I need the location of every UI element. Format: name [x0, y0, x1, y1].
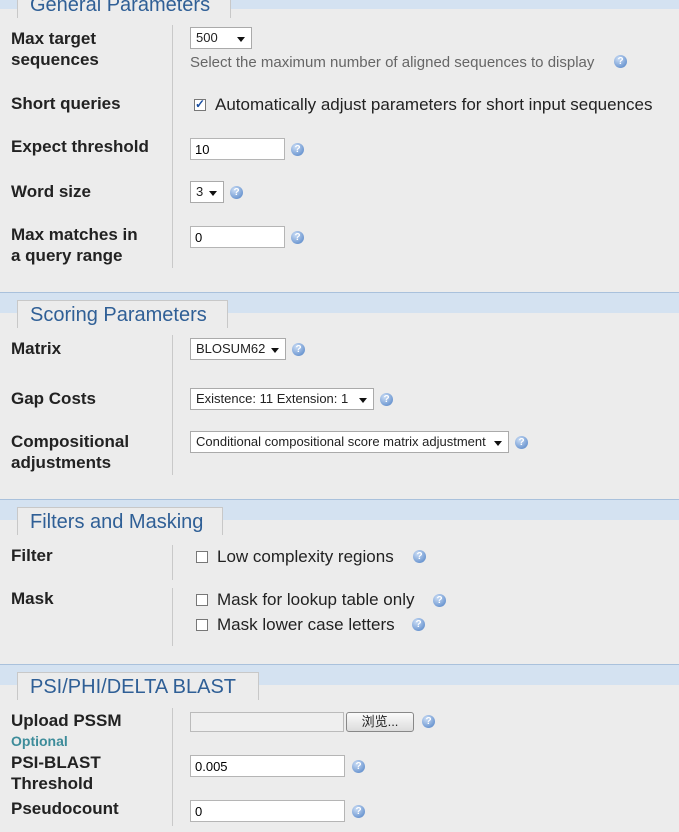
- pseudocount-input[interactable]: [190, 800, 345, 822]
- section-title-general: General Parameters: [17, 0, 231, 18]
- help-icon[interactable]: ?: [433, 594, 446, 607]
- help-icon[interactable]: ?: [230, 186, 243, 199]
- word-size-value: 3: [196, 184, 204, 199]
- max-target-value: 500: [196, 30, 218, 45]
- short-queries-text: Automatically adjust parameters for shor…: [215, 95, 653, 114]
- divider: [172, 335, 173, 475]
- low-complexity-label: Low complexity regions: [217, 547, 394, 566]
- psi-threshold-input[interactable]: [190, 755, 345, 777]
- help-icon[interactable]: ?: [614, 55, 627, 68]
- label-mask: Mask: [11, 589, 54, 608]
- divider: [172, 588, 173, 646]
- label-max-target-line2: sequences: [11, 50, 99, 69]
- max-target-description: Select the maximum number of aligned seq…: [190, 54, 595, 71]
- max-matches-input[interactable]: [190, 226, 285, 248]
- gap-costs-value: Existence: 11 Extension: 1: [196, 391, 349, 406]
- label-max-matches-line1: Max matches in: [11, 225, 138, 244]
- label-word-size: Word size: [11, 182, 91, 201]
- mask-lookup-checkbox[interactable]: [196, 594, 208, 606]
- chevron-down-icon: [237, 37, 245, 42]
- label-matrix: Matrix: [11, 339, 62, 358]
- pssm-file-path[interactable]: [190, 712, 344, 732]
- label-short-queries: Short queries: [11, 94, 121, 113]
- label-pseudocount: Pseudocount: [11, 799, 119, 818]
- max-target-select[interactable]: 500: [190, 27, 252, 49]
- help-icon[interactable]: ?: [413, 550, 426, 563]
- label-upload-pssm: Upload PSSM: [11, 711, 122, 730]
- label-expect-threshold: Expect threshold: [11, 137, 149, 156]
- help-icon[interactable]: ?: [422, 715, 435, 728]
- low-complexity-checkbox[interactable]: [196, 551, 208, 563]
- label-gap-costs: Gap Costs: [11, 389, 97, 408]
- section-title-psi: PSI/PHI/DELTA BLAST: [17, 672, 259, 700]
- matrix-select[interactable]: BLOSUM62: [190, 338, 286, 360]
- section-title-filters: Filters and Masking: [17, 507, 223, 535]
- gap-costs-select[interactable]: Existence: 11 Extension: 1: [190, 388, 374, 410]
- help-icon[interactable]: ?: [515, 436, 528, 449]
- help-icon[interactable]: ?: [352, 760, 365, 773]
- mask-lowercase-checkbox[interactable]: [196, 619, 208, 631]
- compositional-value: Conditional compositional score matrix a…: [196, 434, 486, 449]
- label-max-matches-line2: a query range: [11, 246, 123, 265]
- divider: [172, 25, 173, 268]
- compositional-select[interactable]: Conditional compositional score matrix a…: [190, 431, 509, 453]
- optional-note: Optional: [11, 733, 68, 749]
- label-max-target: Max target sequences: [11, 28, 99, 70]
- divider: [172, 545, 173, 580]
- mask-lookup-label: Mask for lookup table only: [217, 590, 415, 609]
- label-psi-threshold-line2: Threshold: [11, 774, 94, 793]
- label-max-matches: Max matches in a query range: [11, 224, 138, 266]
- expect-threshold-input[interactable]: [190, 138, 285, 160]
- label-psi-threshold: PSI-BLAST Threshold: [11, 752, 101, 794]
- mask-lowercase-label: Mask lower case letters: [217, 615, 395, 634]
- short-queries-checkbox[interactable]: [194, 97, 206, 111]
- browse-button[interactable]: 浏览...: [346, 712, 414, 732]
- label-max-target-line1: Max target: [11, 29, 97, 48]
- help-icon[interactable]: ?: [380, 393, 393, 406]
- label-compositional-line1: Compositional: [11, 432, 130, 451]
- label-psi-threshold-line1: PSI-BLAST: [11, 753, 101, 772]
- section-title-scoring: Scoring Parameters: [17, 300, 228, 328]
- label-compositional: Compositional adjustments: [11, 431, 129, 473]
- chevron-down-icon: [209, 191, 217, 196]
- help-icon[interactable]: ?: [412, 618, 425, 631]
- divider: [172, 708, 173, 826]
- chevron-down-icon: [494, 441, 502, 446]
- word-size-select[interactable]: 3: [190, 181, 224, 203]
- help-icon[interactable]: ?: [291, 231, 304, 244]
- matrix-value: BLOSUM62: [196, 341, 266, 356]
- label-compositional-line2: adjustments: [11, 453, 112, 472]
- chevron-down-icon: [271, 348, 279, 353]
- label-filter: Filter: [11, 546, 53, 565]
- help-icon[interactable]: ?: [291, 143, 304, 156]
- chevron-down-icon: [359, 398, 367, 403]
- help-icon[interactable]: ?: [292, 343, 305, 356]
- help-icon[interactable]: ?: [352, 805, 365, 818]
